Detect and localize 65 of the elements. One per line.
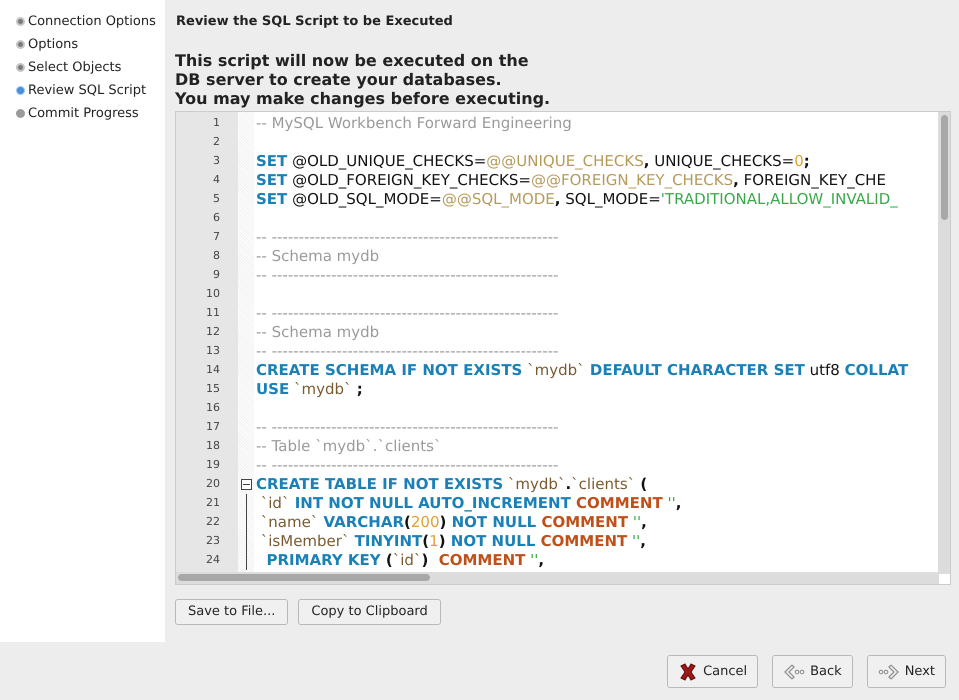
code-line: -- Table `mydb`.`clients` (256, 436, 442, 456)
line-number: 11 (206, 304, 220, 321)
line-number: 10 (206, 286, 220, 302)
line-number: 13 (206, 342, 220, 359)
action-button[interactable]: Save to File... (175, 598, 288, 624)
code-line: -- MySQL Workbench Forward Engineering (256, 114, 572, 132)
line-number: 24 (206, 552, 220, 568)
code-line: SET @OLD_UNIQUE_CHECKS=@@UNIQUE_CHECKS, UNIQUE_CHECKS=0; (256, 152, 810, 170)
wizard-button[interactable]: Next (866, 655, 946, 688)
fold-toggle-icon[interactable] (240, 478, 252, 490)
code-line: -- ----------------------------------------------------- (256, 304, 558, 322)
code-line: `id` INT NOT NULL AUTO_INCREMENT COMMENT '', (260, 494, 682, 512)
line-number: 3 (213, 152, 220, 169)
wizard-step: Commit Progress (28, 104, 139, 124)
line-number: 22 (206, 514, 220, 530)
intro-text: DB server to create your databases. (175, 70, 503, 88)
left-arrow-icon (783, 662, 806, 680)
line-number: 6 (213, 210, 220, 226)
cross-icon (678, 662, 698, 682)
code-line: PRIMARY KEY (`id`) COMMENT '', (265, 550, 544, 570)
code-line: `name` VARCHAR(200) NOT NULL COMMENT '', (260, 512, 647, 532)
line-number: 7 (213, 228, 220, 245)
line-number: 12 (206, 324, 220, 340)
line-number: 17 (206, 418, 220, 435)
code-line: USE `mydb` ; (256, 380, 363, 398)
line-number: 5 (213, 190, 220, 207)
code-line: -- ----------------------------------------------------- (256, 266, 558, 284)
wizard-step: Options (28, 34, 78, 54)
line-number: 23 (206, 532, 220, 549)
code-line: SET @OLD_SQL_MODE=@@SQL_MODE, SQL_MODE='TRADITIONAL,ALLOW_INVALID_ (256, 190, 898, 208)
line-number: 18 (206, 438, 220, 454)
line-number: 9 (213, 266, 220, 283)
code-line: -- ----------------------------------------------------- (256, 456, 558, 474)
line-number: 20 (206, 476, 220, 492)
code-line: -- Schema mydb (256, 322, 380, 342)
code-line: -- ----------------------------------------------------- (256, 342, 558, 360)
vertical-scrollbar[interactable] (938, 112, 950, 574)
wizard-button[interactable]: Back (772, 655, 853, 688)
line-number: 16 (206, 400, 220, 416)
line-number: 21 (206, 494, 220, 511)
wizard-step: Connection Options (28, 12, 156, 32)
page-title: Review the SQL Script to be Executed (176, 13, 454, 31)
code-line: -- ----------------------------------------------------- (256, 418, 558, 436)
line-number: 2 (213, 134, 220, 150)
wizard-step: Review SQL Script (28, 80, 146, 100)
right-arrow-icon (878, 662, 900, 680)
intro-text: This script will now be executed on the (175, 50, 530, 70)
horizontal-scrollbar[interactable] (176, 572, 939, 584)
line-number: 4 (213, 172, 220, 188)
code-line: CREATE TABLE IF NOT EXISTS `mydb`.`clients` ( (256, 474, 648, 494)
code-line: SET @OLD_FOREIGN_KEY_CHECKS=@@FOREIGN_KEY_CHECKS, FOREIGN_KEY_CHE (256, 170, 886, 190)
line-number: 1 (213, 114, 220, 131)
code-line: CREATE SCHEMA IF NOT EXISTS `mydb` DEFAULT CHARACTER SET utf8 COLLAT (256, 360, 908, 380)
wizard-button[interactable]: Cancel (667, 655, 758, 688)
intro-text: You may make changes before executing. (175, 88, 552, 108)
line-number: 14 (206, 362, 220, 378)
code-line: `isMember` TINYINT(1) NOT NULL COMMENT '', (260, 532, 646, 550)
line-number: 8 (213, 248, 220, 264)
code-line: -- ----------------------------------------------------- (256, 228, 558, 246)
wizard-step: Select Objects (28, 58, 122, 78)
line-number: 19 (206, 456, 220, 473)
line-number: 15 (206, 380, 220, 397)
action-button[interactable]: Copy to Clipboard (298, 598, 441, 624)
sql-editor[interactable] (175, 110, 951, 584)
code-line: -- Schema mydb (256, 246, 380, 266)
